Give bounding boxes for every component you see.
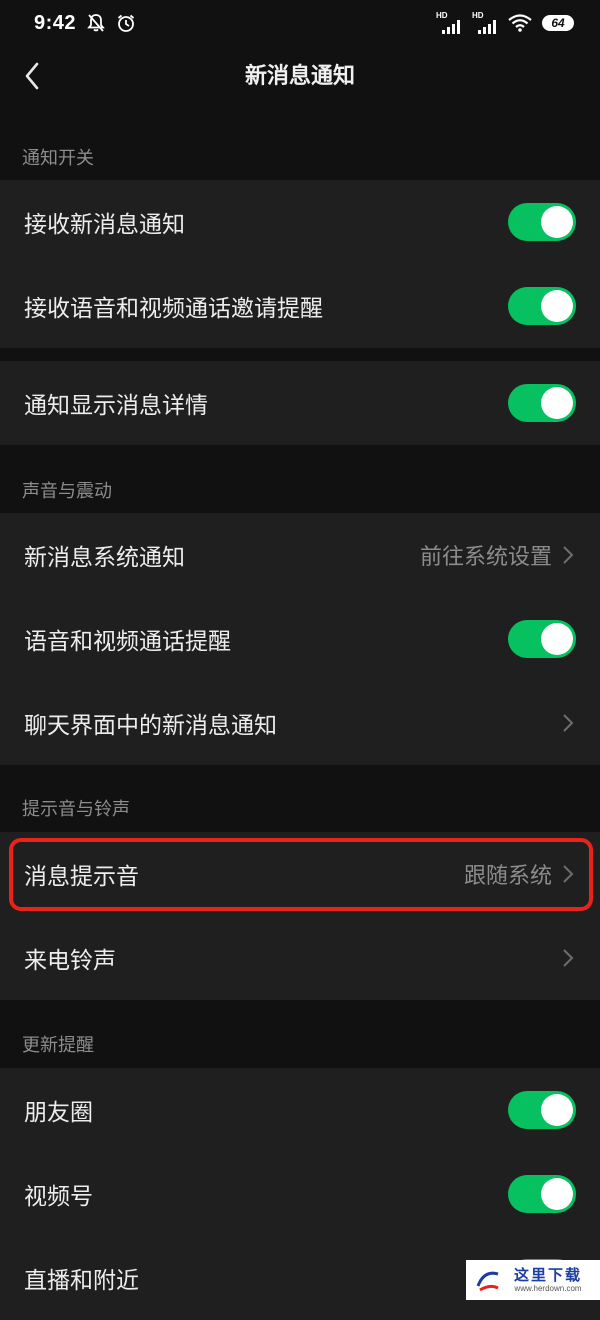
group-tones: 消息提示音 跟随系统 来电铃声	[0, 832, 600, 1000]
hd-label: HD	[436, 11, 448, 20]
status-time: 9:42	[34, 11, 77, 34]
row-label: 接收语音和视频通话邀请提醒	[24, 296, 323, 322]
row-system-notify[interactable]: 新消息系统通知 前往系统设置	[0, 513, 600, 597]
status-left: 9:42	[34, 12, 136, 35]
toggle-channels[interactable]	[508, 1175, 576, 1213]
battery-indicator: 64	[542, 15, 574, 31]
row-label: 视频号	[24, 1184, 93, 1210]
page-title: 新消息通知	[244, 64, 355, 89]
toggle-call-reminder[interactable]	[508, 620, 576, 658]
row-label: 消息提示音	[24, 864, 139, 890]
section-header-notify-switch: 通知开关	[22, 148, 94, 169]
row-channels: 视频号	[0, 1152, 600, 1236]
row-label: 语音和视频通话提醒	[24, 629, 231, 655]
row-label: 通知显示消息详情	[24, 393, 208, 419]
toggle-knob	[541, 290, 573, 322]
nav-bar: 新消息通知	[0, 46, 600, 108]
row-message-tone[interactable]: 消息提示音 跟随系统	[0, 832, 600, 916]
watermark-logo-icon	[476, 1271, 499, 1292]
chevron-right-icon	[560, 863, 576, 885]
row-moments: 朋友圈	[0, 1068, 600, 1152]
row-label: 朋友圈	[24, 1100, 93, 1126]
toggle-receive-new[interactable]	[508, 203, 576, 241]
signal-2-icon: HD	[472, 12, 498, 34]
row-receive-new: 接收新消息通知	[0, 180, 600, 264]
toggle-knob	[541, 623, 573, 655]
bell-off-icon	[86, 13, 106, 33]
chevron-right-icon	[560, 947, 576, 969]
status-right: HD HD 64	[436, 12, 574, 34]
section-header-tones: 提示音与铃声	[22, 799, 130, 820]
toggle-knob	[541, 387, 573, 419]
row-label: 直播和附近	[24, 1268, 139, 1294]
toggle-knob	[541, 1094, 573, 1126]
toggle-show-details[interactable]	[508, 384, 576, 422]
row-label: 聊天界面中的新消息通知	[24, 713, 277, 739]
watermark-text: 这里下载	[513, 1266, 582, 1284]
section-header-sound-vibration: 声音与震动	[22, 481, 112, 502]
row-value: 跟随系统	[463, 864, 552, 889]
row-label: 来电铃声	[24, 948, 116, 974]
row-call-reminder: 语音和视频通话提醒	[0, 597, 600, 681]
toggle-moments[interactable]	[508, 1091, 576, 1129]
alarm-clock-icon	[116, 13, 136, 33]
row-receive-call-invite: 接收语音和视频通话邀请提醒	[0, 264, 600, 348]
status-bar: 9:42 HD HD 64	[0, 0, 600, 46]
toggle-knob	[541, 206, 573, 238]
row-chat-notify[interactable]: 聊天界面中的新消息通知	[0, 681, 600, 765]
toggle-knob	[541, 1178, 573, 1210]
toggle-receive-call-invite[interactable]	[508, 287, 576, 325]
row-value: 前往系统设置	[419, 545, 552, 570]
chevron-right-icon	[560, 712, 576, 734]
watermark: 这里下载 www.herdown.com	[466, 1260, 600, 1300]
row-show-details: 通知显示消息详情	[0, 361, 600, 445]
signal-1-icon: HD	[436, 12, 462, 34]
row-label: 接收新消息通知	[24, 212, 185, 238]
chevron-right-icon	[560, 544, 576, 566]
hd-label: HD	[472, 11, 484, 20]
section-header-updates: 更新提醒	[22, 1035, 94, 1056]
group-show-details: 通知显示消息详情	[0, 361, 600, 445]
row-label: 新消息系统通知	[24, 545, 185, 571]
row-ringtone[interactable]: 来电铃声	[0, 916, 600, 1000]
group-sound-vibration: 新消息系统通知 前往系统设置 语音和视频通话提醒 聊天界面中的新消息通知	[0, 513, 600, 765]
wifi-icon	[508, 14, 532, 32]
group-notify-switch: 接收新消息通知 接收语音和视频通话邀请提醒	[0, 180, 600, 348]
watermark-url: www.herdown.com	[514, 1284, 582, 1293]
